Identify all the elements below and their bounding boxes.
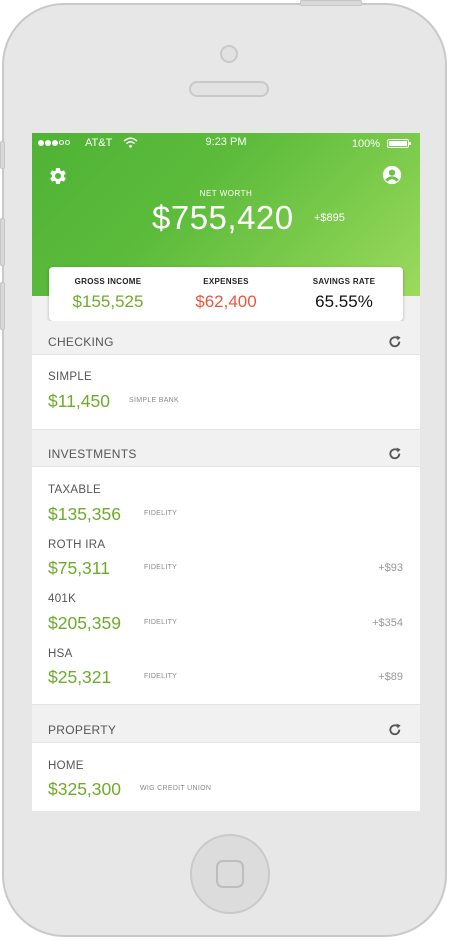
account-name: ROTH IRA [48, 539, 106, 551]
summary-card: GROSS INCOME $155,525 EXPENSES $62,400 S… [49, 267, 403, 321]
gross-income-label: GROSS INCOME [74, 277, 142, 286]
account-value: $11,450 [48, 391, 110, 411]
account-value: $75,311 [48, 558, 110, 578]
account-name: SIMPLE [48, 371, 92, 383]
account-name: HOME [48, 760, 84, 772]
expenses-label: EXPENSES [203, 277, 249, 286]
camera [220, 45, 238, 63]
net-worth-label: NET WORTH [199, 189, 253, 198]
account-institution: FIDELITY [144, 673, 178, 680]
home-button[interactable] [190, 834, 270, 914]
account-value: $135,356 [48, 504, 121, 524]
savings-rate-label: SAVINGS RATE [312, 277, 376, 286]
gear-icon[interactable] [48, 166, 68, 186]
account-value: $25,321 [48, 667, 112, 687]
account-institution: FIDELITY [144, 619, 178, 626]
section-title: PROPERTY [48, 723, 117, 737]
savings-rate-stat: SAVINGS RATE 65.55% [285, 267, 403, 321]
account-change: +$89 [378, 671, 403, 683]
account-institution: FIDELITY [144, 510, 178, 517]
mute-switch [0, 141, 5, 169]
gross-income-stat: GROSS INCOME $155,525 [49, 267, 167, 321]
speaker [189, 81, 269, 97]
status-bar: AT&T 9:23 PM 100% [32, 133, 420, 155]
volume-up-button [0, 218, 5, 266]
account-institution: SIMPLE BANK [129, 397, 179, 404]
refresh-icon[interactable] [388, 447, 402, 461]
checking-card: SIMPLE $11,450 SIMPLE BANK [32, 354, 420, 430]
refresh-icon[interactable] [388, 335, 402, 349]
savings-rate-value: 65.55% [315, 292, 373, 311]
net-worth-change: +$895 [314, 212, 345, 224]
expenses-stat: EXPENSES $62,400 [167, 267, 285, 321]
account-value: $205,359 [48, 613, 121, 633]
account-change: +$354 [372, 617, 403, 629]
account-change: +$93 [378, 562, 403, 574]
account-value: $325,300 [48, 779, 121, 799]
account-name: 401K [48, 593, 77, 605]
refresh-icon[interactable] [388, 723, 402, 737]
net-worth-value: $755,420 [152, 199, 294, 236]
property-card: HOME $325,300 WIG CREDIT UNION [32, 742, 420, 811]
gross-income-value: $155,525 [72, 292, 144, 311]
volume-down-button [0, 282, 5, 330]
user-icon[interactable] [381, 164, 403, 186]
expenses-value: $62,400 [195, 292, 257, 311]
investments-card: TAXABLE $135,356 FIDELITY ROTH IRA $75,3… [32, 466, 420, 705]
section-title: CHECKING [48, 335, 114, 349]
account-name: HSA [48, 648, 73, 660]
battery-percent: 100% [351, 138, 380, 150]
power-button [300, 0, 362, 6]
account-institution: FIDELITY [144, 564, 178, 571]
account-institution: WIG CREDIT UNION [140, 785, 212, 792]
app-screen: AT&T 9:23 PM 100% NET WORTH $755,420 +$8… [32, 133, 420, 811]
section-title: INVESTMENTS [48, 447, 137, 461]
home-button-square [216, 860, 244, 888]
battery-icon [387, 139, 411, 148]
account-name: TAXABLE [48, 484, 102, 496]
